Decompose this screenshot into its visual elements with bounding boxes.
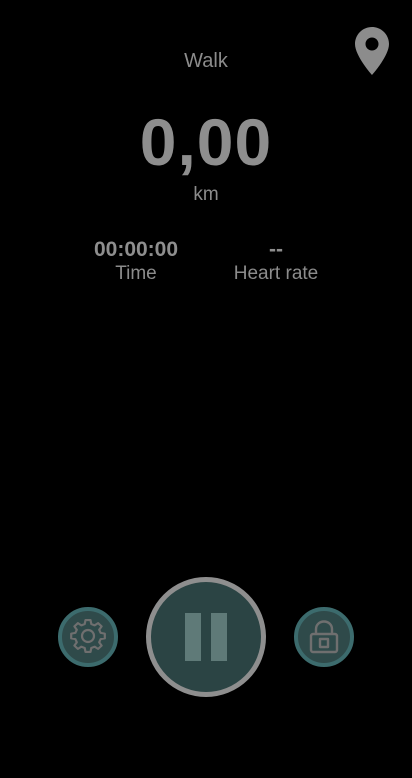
activity-type-label: Walk bbox=[184, 50, 228, 72]
map-pin-icon bbox=[355, 27, 389, 75]
pause-bar-left bbox=[185, 613, 201, 661]
pause-button[interactable] bbox=[146, 577, 266, 697]
heart-rate-value: -- bbox=[269, 238, 283, 261]
lock-button[interactable] bbox=[294, 607, 354, 667]
distance-value: 0,00 bbox=[139, 105, 273, 179]
pause-icon bbox=[180, 613, 232, 661]
settings-button[interactable] bbox=[58, 607, 118, 667]
location-button[interactable] bbox=[354, 26, 390, 76]
pause-bar-right bbox=[211, 613, 227, 661]
heart-rate-label: Heart rate bbox=[233, 263, 319, 284]
heart-rate-stat: -- Heart rate bbox=[186, 238, 366, 286]
distance-unit: km bbox=[193, 184, 219, 205]
lock-icon bbox=[309, 620, 339, 654]
workout-screen: Walk 0,00 km 00:00:00 Time -- Heart rate bbox=[0, 0, 412, 778]
gear-icon bbox=[70, 619, 106, 654]
